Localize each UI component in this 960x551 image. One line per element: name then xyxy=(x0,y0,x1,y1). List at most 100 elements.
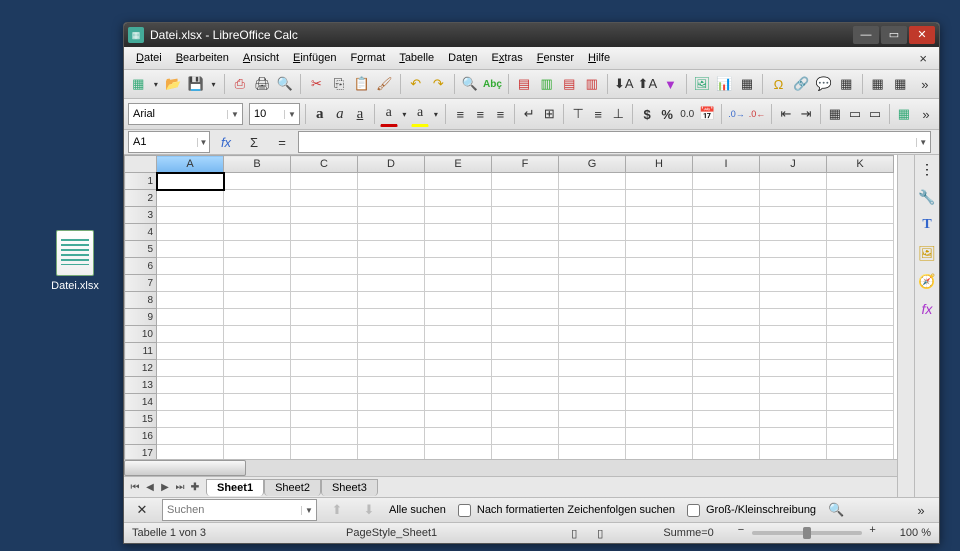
cell-I4[interactable] xyxy=(693,224,760,241)
insert-special-button[interactable]: Ω xyxy=(768,72,789,96)
column-header-H[interactable]: H xyxy=(626,156,693,173)
row-header-17[interactable]: 17 xyxy=(125,445,157,460)
status-sum[interactable]: Summe=0 xyxy=(663,527,713,539)
cell-C10[interactable] xyxy=(291,326,358,343)
tab-last-button[interactable]: ⏭ xyxy=(173,482,187,493)
clone-format-button[interactable]: 🖌 xyxy=(374,72,395,96)
cell-F6[interactable] xyxy=(492,258,559,275)
cell-A8[interactable] xyxy=(157,292,224,309)
cell-H13[interactable] xyxy=(626,377,693,394)
cell-D16[interactable] xyxy=(358,428,425,445)
border-color-button[interactable]: ▭ xyxy=(866,102,884,126)
cell-F16[interactable] xyxy=(492,428,559,445)
row-header-3[interactable]: 3 xyxy=(125,207,157,224)
bold-button[interactable]: a xyxy=(311,102,329,126)
cell-B1[interactable] xyxy=(224,173,291,190)
cell-B3[interactable] xyxy=(224,207,291,224)
row-header-15[interactable]: 15 xyxy=(125,411,157,428)
cell-B10[interactable] xyxy=(224,326,291,343)
cell-H5[interactable] xyxy=(626,241,693,258)
hyperlink-button[interactable]: 🔗 xyxy=(791,72,812,96)
row-header-14[interactable]: 14 xyxy=(125,394,157,411)
toolbar-overflow[interactable]: » xyxy=(915,72,936,96)
tab-first-button[interactable]: ⏮ xyxy=(128,482,142,493)
cell-C5[interactable] xyxy=(291,241,358,258)
cell-H4[interactable] xyxy=(626,224,693,241)
tab-prev-button[interactable]: ◀ xyxy=(143,482,157,493)
cell-F1[interactable] xyxy=(492,173,559,190)
cell-H16[interactable] xyxy=(626,428,693,445)
cell-J15[interactable] xyxy=(760,411,827,428)
row-header-9[interactable]: 9 xyxy=(125,309,157,326)
cell-G12[interactable] xyxy=(559,360,626,377)
dropdown-icon[interactable]: ▼ xyxy=(284,110,299,119)
column-header-G[interactable]: G xyxy=(559,156,626,173)
headers-footers-button[interactable]: ▦ xyxy=(836,72,857,96)
cell-J2[interactable] xyxy=(760,190,827,207)
column-header-J[interactable]: J xyxy=(760,156,827,173)
menu-tabelle[interactable]: Tabelle xyxy=(393,50,440,66)
insert-row-button[interactable]: ▤ xyxy=(514,72,535,96)
cell-I2[interactable] xyxy=(693,190,760,207)
cell-D14[interactable] xyxy=(358,394,425,411)
cell-B5[interactable] xyxy=(224,241,291,258)
cell-G11[interactable] xyxy=(559,343,626,360)
cell-K10[interactable] xyxy=(827,326,894,343)
column-header-A[interactable]: A xyxy=(157,156,224,173)
cell-D4[interactable] xyxy=(358,224,425,241)
cell-H7[interactable] xyxy=(626,275,693,292)
sidebar-functions-icon[interactable]: fx xyxy=(918,301,936,319)
function-button[interactable]: = xyxy=(270,130,294,154)
status-selection-mode[interactable]: ▯ xyxy=(597,527,603,540)
cell-K13[interactable] xyxy=(827,377,894,394)
font-size-input[interactable] xyxy=(250,105,284,123)
row-header-5[interactable]: 5 xyxy=(125,241,157,258)
cell-J3[interactable] xyxy=(760,207,827,224)
cell-G8[interactable] xyxy=(559,292,626,309)
align-center-button[interactable]: ≡ xyxy=(471,102,489,126)
cell-I17[interactable] xyxy=(693,445,760,460)
cell-D6[interactable] xyxy=(358,258,425,275)
cell-H2[interactable] xyxy=(626,190,693,207)
cell-F2[interactable] xyxy=(492,190,559,207)
cell-K7[interactable] xyxy=(827,275,894,292)
cell-E5[interactable] xyxy=(425,241,492,258)
cell-E11[interactable] xyxy=(425,343,492,360)
cell-D5[interactable] xyxy=(358,241,425,258)
sum-button[interactable]: Σ xyxy=(242,130,266,154)
cell-E2[interactable] xyxy=(425,190,492,207)
date-button[interactable]: 📅 xyxy=(698,102,716,126)
save-button[interactable]: 💾 xyxy=(186,72,207,96)
highlight-dropdown[interactable]: ▾ xyxy=(431,102,440,126)
cell-K11[interactable] xyxy=(827,343,894,360)
sort-desc-button[interactable]: ⬆A xyxy=(637,72,659,96)
cell-G16[interactable] xyxy=(559,428,626,445)
sidebar-navigator-icon[interactable]: 🧭 xyxy=(918,273,936,291)
cell-H8[interactable] xyxy=(626,292,693,309)
sheet-tab-sheet2[interactable]: Sheet2 xyxy=(264,479,321,496)
cell-K9[interactable] xyxy=(827,309,894,326)
cell-J8[interactable] xyxy=(760,292,827,309)
increase-indent-button[interactable]: ⇥ xyxy=(797,102,815,126)
cell-D13[interactable] xyxy=(358,377,425,394)
cell-D17[interactable] xyxy=(358,445,425,460)
cell-E10[interactable] xyxy=(425,326,492,343)
cell-D12[interactable] xyxy=(358,360,425,377)
find-combo[interactable]: ▼ xyxy=(162,499,317,521)
cell-A11[interactable] xyxy=(157,343,224,360)
tab-next-button[interactable]: ▶ xyxy=(158,482,172,493)
cell-F9[interactable] xyxy=(492,309,559,326)
row-header-8[interactable]: 8 xyxy=(125,292,157,309)
cell-C7[interactable] xyxy=(291,275,358,292)
cell-C4[interactable] xyxy=(291,224,358,241)
cell-A1[interactable] xyxy=(157,173,224,190)
cell-G5[interactable] xyxy=(559,241,626,258)
cell-A9[interactable] xyxy=(157,309,224,326)
row-header-6[interactable]: 6 xyxy=(125,258,157,275)
cell-A10[interactable] xyxy=(157,326,224,343)
cell-E7[interactable] xyxy=(425,275,492,292)
cell-G14[interactable] xyxy=(559,394,626,411)
row-header-12[interactable]: 12 xyxy=(125,360,157,377)
cell-E9[interactable] xyxy=(425,309,492,326)
insert-chart-button[interactable]: 📊 xyxy=(714,72,735,96)
